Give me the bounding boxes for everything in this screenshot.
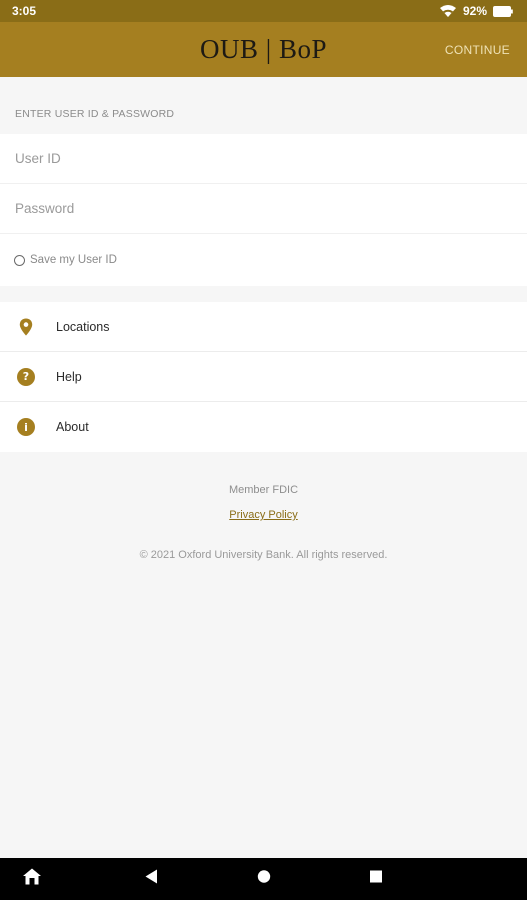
help-icon: ? [16,367,36,387]
home-icon[interactable] [22,868,42,891]
save-user-id-toggle[interactable]: Save my User ID [0,234,527,286]
app-logo: OUB | BoP [200,34,327,64]
battery-percent: 92% [462,4,487,18]
navigation-bar [0,858,527,900]
menu-item-locations[interactable]: Locations [0,302,527,352]
wifi-icon [439,4,457,18]
info-glyph: i [17,418,35,436]
recents-icon[interactable] [370,870,383,888]
footer: Member FDIC Privacy Policy © 2021 Oxford… [0,484,527,561]
login-card: Save my User ID [0,134,527,286]
home-circle-icon[interactable] [257,870,271,889]
save-user-id-radio[interactable] [14,254,25,266]
user-id-field[interactable] [0,134,527,184]
menu-item-help[interactable]: ? Help [0,352,527,402]
menu-item-about[interactable]: i About [0,402,527,452]
menu-list: Locations ? Help i About [0,302,527,452]
help-glyph: ? [17,367,35,386]
menu-item-label: About [56,420,89,434]
login-section-header: ENTER USER ID & PASSWORD [15,108,175,120]
copyright: © 2021 Oxford University Bank. All right… [139,549,388,561]
battery-icon [493,5,513,17]
menu-item-label: Locations [56,319,110,334]
continue-button[interactable]: CONTINUE [445,43,510,57]
status-bar: 3:05 92% [0,0,527,22]
status-time: 3:05 [12,4,37,18]
info-icon: i [16,417,36,437]
member-fdic: Member FDIC [228,484,299,496]
status-right: 92% [439,4,513,18]
password-field[interactable] [0,184,527,234]
app-bar: OUB | BoP CONTINUE [0,22,527,77]
privacy-policy-link[interactable]: Privacy Policy [229,509,297,521]
save-user-id-label: Save my User ID [30,254,117,266]
location-pin-icon [16,317,36,337]
menu-item-label: Help [56,369,82,384]
password-input[interactable] [15,201,495,216]
user-id-input[interactable] [15,151,495,166]
back-icon[interactable] [144,869,158,890]
